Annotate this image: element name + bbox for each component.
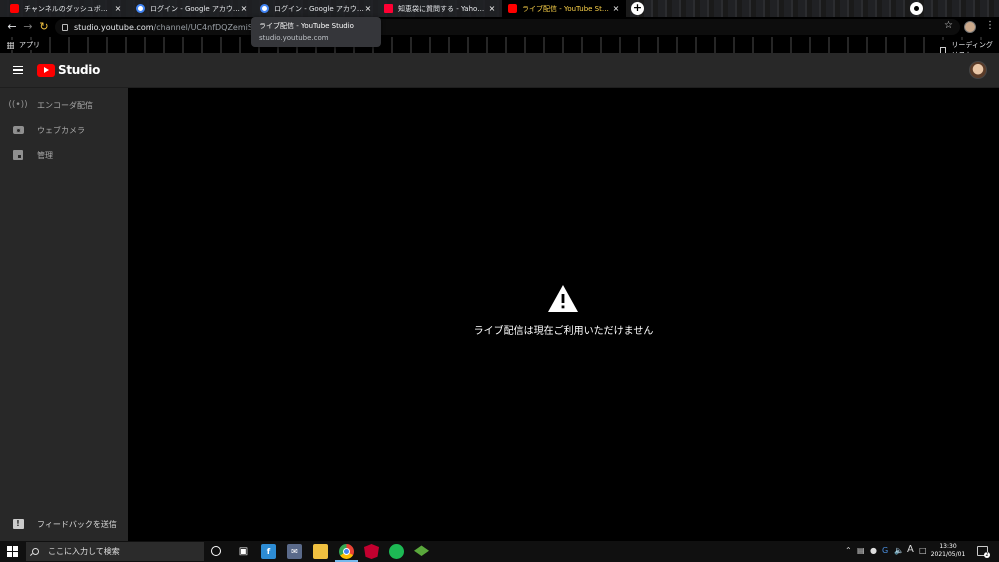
broadcast-icon: ((•)) xyxy=(8,100,28,110)
clock-date: 2021/05/01 xyxy=(930,551,966,558)
tray-chevron-icon[interactable]: ⌃ xyxy=(845,546,852,555)
youtube-icon xyxy=(508,4,517,13)
feedback-label: フィードバックを送信 xyxy=(37,519,117,529)
warning-icon xyxy=(548,285,578,312)
tab-label: ログイン - Google アカウント xyxy=(274,4,364,13)
feedback-icon: ! xyxy=(12,519,24,529)
browser-toolbar: ← → ↻ studio.youtube.com/channel/UC4nfDQ… xyxy=(0,17,999,37)
url-host: studio.youtube.com xyxy=(74,22,154,32)
camera-icon xyxy=(12,124,24,136)
sidebar-item-encoder[interactable]: ((•)) エンコーダ配信 xyxy=(0,95,128,115)
screen: チャンネルのダッシュボード - YouTube × ログイン - Google … xyxy=(0,0,999,562)
back-button[interactable]: ← xyxy=(5,20,19,34)
google-icon xyxy=(136,4,145,13)
task-view-icon[interactable]: ▣ xyxy=(236,544,251,559)
logo-wordmark: Studio xyxy=(58,63,101,77)
browser-tab[interactable]: 知恵袋に質問する - Yahoo!知恵袋 × xyxy=(378,0,502,17)
address-bar[interactable]: studio.youtube.com/channel/UC4nfDQZemiSU… xyxy=(55,19,960,35)
sidebar-item-manage[interactable]: 管理 xyxy=(0,145,128,165)
apps-grid-icon xyxy=(7,41,14,49)
youtube-icon xyxy=(10,4,19,13)
search-icon xyxy=(32,548,39,555)
network-icon[interactable]: ▤ xyxy=(857,546,865,555)
spotify-icon[interactable] xyxy=(389,544,404,559)
taskbar-clock[interactable]: 13:30 2021/05/01 xyxy=(930,543,966,559)
send-feedback-button[interactable]: ! フィードバックを送信 xyxy=(0,514,128,534)
taskbar: ここに入力して検索 ▣ f ✉ ⌃ ▤ ● G 🔈 A □ 13:30 2021… xyxy=(0,541,999,562)
calendar-icon xyxy=(12,149,24,161)
google-ime-icon[interactable]: G xyxy=(882,546,888,555)
studio-logo[interactable]: Studio xyxy=(37,63,100,77)
windows-start-icon[interactable] xyxy=(7,546,18,557)
forward-button[interactable]: → xyxy=(21,20,35,34)
account-avatar[interactable] xyxy=(969,61,987,79)
browser-profile-avatar[interactable] xyxy=(964,21,976,33)
apps-label: アプリ xyxy=(19,41,40,49)
browser-tab[interactable]: ログイン - Google アカウント × xyxy=(254,0,378,17)
browser-menu-icon[interactable]: ⋮ xyxy=(985,20,995,31)
tab-label: ライブ配信 - YouTube Studio xyxy=(522,4,612,13)
tab-label: ログイン - Google アカウント xyxy=(150,4,240,13)
facebook-app-icon[interactable]: f xyxy=(261,544,276,559)
sidebar-item-webcam[interactable]: ウェブカメラ xyxy=(0,120,128,140)
search-placeholder: ここに入力して検索 xyxy=(48,547,120,556)
close-icon[interactable]: × xyxy=(612,4,620,13)
taskbar-search-input[interactable]: ここに入力して検索 xyxy=(26,542,204,561)
browser-tab-strip: チャンネルのダッシュボード - YouTube × ログイン - Google … xyxy=(0,0,999,17)
close-icon[interactable]: × xyxy=(114,4,122,13)
sidebar-item-label: 管理 xyxy=(37,150,53,160)
tab-label: チャンネルのダッシュボード - YouTube xyxy=(24,4,114,13)
volume-icon[interactable]: 🔈 xyxy=(894,546,904,555)
tooltip-url: studio.youtube.com xyxy=(259,34,329,42)
studio-header: Studio xyxy=(0,53,999,88)
tooltip-title: ライブ配信 - YouTube Studio xyxy=(259,22,354,30)
sidebar: ((•)) エンコーダ配信 ウェブカメラ 管理 xyxy=(0,88,128,541)
media-control-icon[interactable] xyxy=(910,2,923,15)
close-icon[interactable]: × xyxy=(240,4,248,13)
tab-tooltip: ライブ配信 - YouTube Studio studio.youtube.co… xyxy=(251,17,381,47)
apps-bookmark[interactable]: アプリ xyxy=(7,40,44,50)
main-content: ライブ配信は現在ご利用いただけません xyxy=(128,88,999,541)
yahoo-icon xyxy=(384,4,393,13)
menu-icon[interactable] xyxy=(13,66,23,74)
tab-label: 知恵袋に質問する - Yahoo!知恵袋 xyxy=(398,4,488,13)
reload-button[interactable]: ↻ xyxy=(37,20,51,34)
ime-pad-icon[interactable]: □ xyxy=(919,546,927,555)
clock-time: 13:30 xyxy=(939,543,957,550)
new-tab-button[interactable]: + xyxy=(631,2,644,15)
bookmark-star-icon[interactable]: ☆ xyxy=(944,20,953,31)
chrome-icon[interactable] xyxy=(335,544,358,562)
google-icon xyxy=(260,4,269,13)
youtube-logo-icon xyxy=(37,63,55,77)
bookmarks-bar: アプリ リーディング リスト xyxy=(0,37,999,60)
close-icon[interactable]: × xyxy=(364,4,372,13)
angular-app-icon[interactable] xyxy=(364,544,379,559)
close-icon[interactable]: × xyxy=(488,4,496,13)
lock-icon xyxy=(62,23,68,31)
sidebar-item-label: ウェブカメラ xyxy=(37,125,85,135)
file-explorer-icon[interactable] xyxy=(313,544,328,559)
cortana-icon[interactable] xyxy=(211,546,221,556)
error-message: ライブ配信は現在ご利用いただけません xyxy=(473,326,654,337)
notification-count-badge: 2 xyxy=(984,552,990,558)
microphone-icon[interactable]: ● xyxy=(870,546,877,555)
browser-tab-active[interactable]: ライブ配信 - YouTube Studio × xyxy=(502,0,626,17)
mail-app-icon[interactable]: ✉ xyxy=(287,544,302,559)
sidebar-item-label: エンコーダ配信 xyxy=(37,100,93,110)
layers-app-icon[interactable] xyxy=(414,545,429,556)
ime-mode-indicator[interactable]: A xyxy=(907,544,914,555)
browser-tab[interactable]: ログイン - Google アカウント × xyxy=(130,0,254,17)
browser-tab[interactable]: チャンネルのダッシュボード - YouTube × xyxy=(4,0,128,17)
